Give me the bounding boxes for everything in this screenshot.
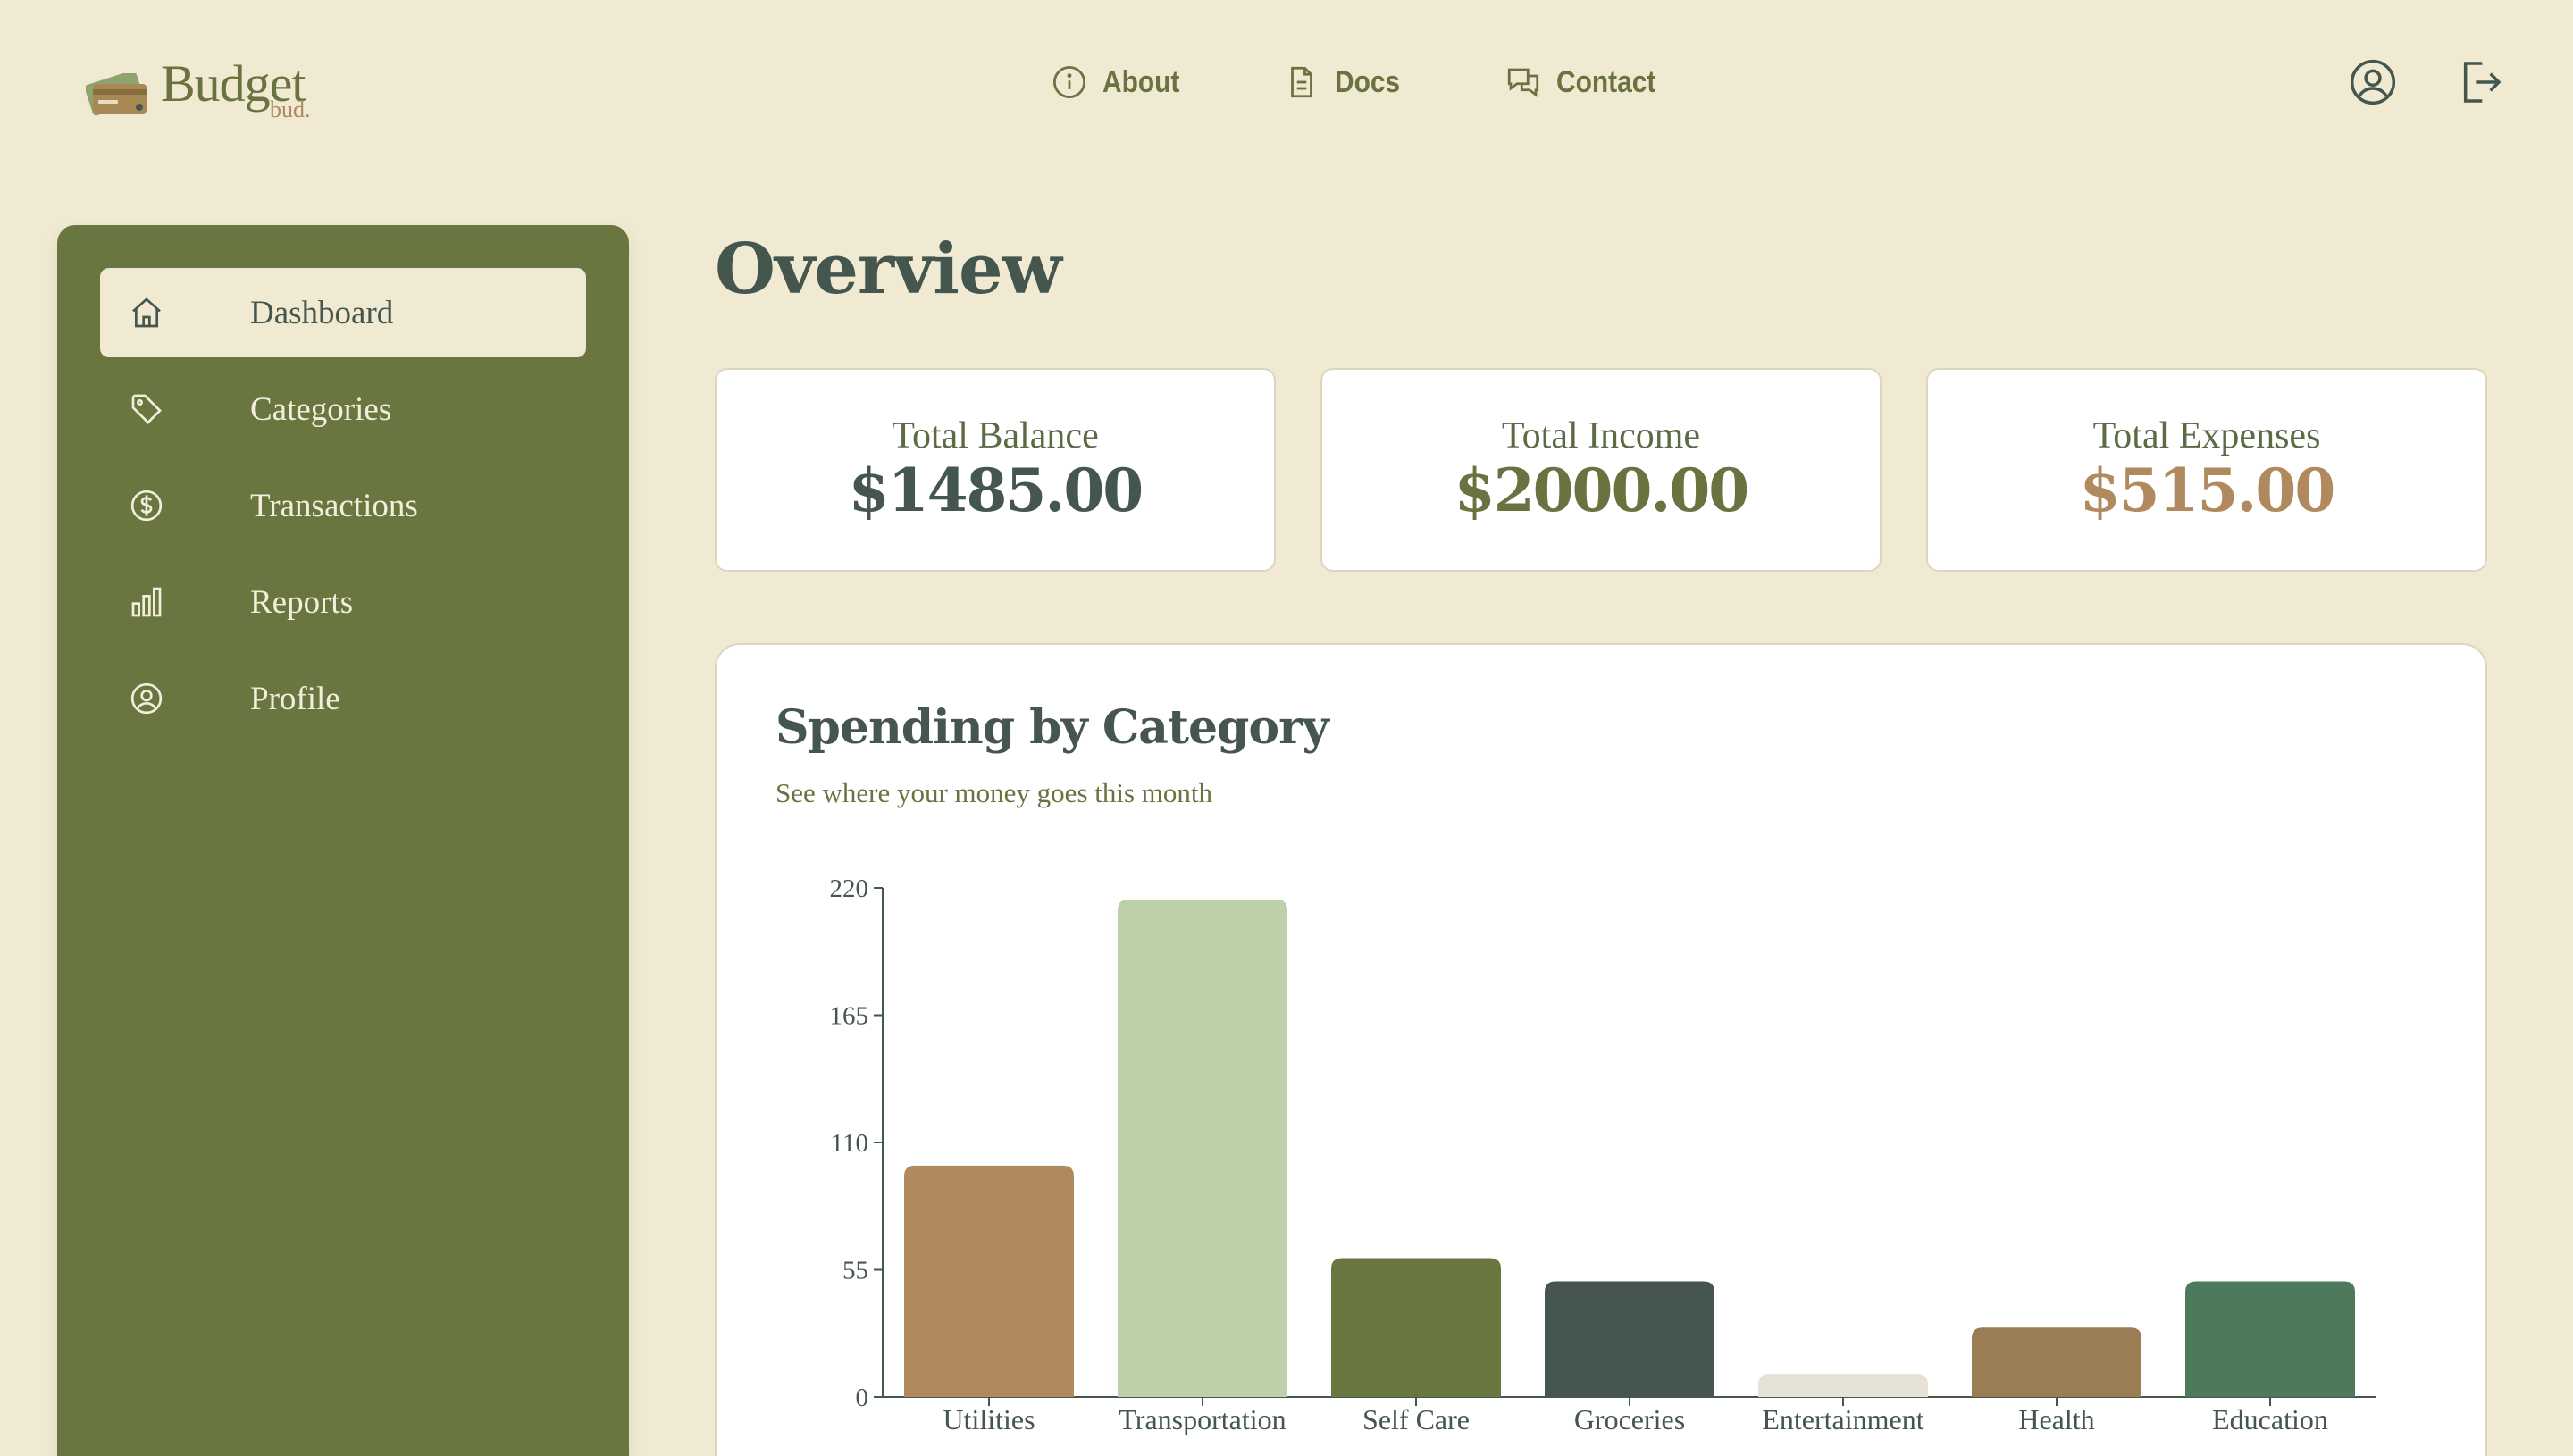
sidebar-item-transactions[interactable]: Transactions [100, 461, 586, 550]
nav-about-label: About [1102, 64, 1180, 99]
document-icon [1291, 66, 1312, 98]
bar-chart-icon [131, 587, 162, 617]
tag-icon [131, 394, 162, 424]
stat-value: $1485.00 [848, 456, 1144, 525]
sidebar-item-label: Reports [250, 583, 354, 621]
y-tick-label: 220 [830, 874, 869, 903]
y-tick-label: 55 [842, 1257, 868, 1285]
bar-self-care[interactable] [1331, 1258, 1501, 1397]
stat-label: Total Balance [892, 415, 1099, 456]
stat-card-total-balance: Total Balance $1485.00 [715, 368, 1276, 572]
sidebar-item-label: Categories [250, 390, 392, 428]
nav-docs-label: Docs [1335, 64, 1401, 99]
info-icon [1052, 65, 1086, 99]
bar-health[interactable] [1972, 1327, 2141, 1397]
spending-bar-chart: 0 55 110 165 220 Utilities Transportation Self … [830, 874, 2376, 1435]
spending-chart-card: Spending by Category See where your mone… [715, 643, 2487, 1456]
user-account-icon[interactable] [2348, 57, 2398, 107]
bar-entertainment[interactable] [1758, 1374, 1928, 1397]
home-icon [132, 297, 161, 328]
sidebar-item-label: Profile [250, 680, 340, 717]
logout-icon[interactable] [2455, 57, 2505, 107]
sidebar-item-label: Transactions [250, 487, 418, 524]
nav-contact[interactable]: Contact [1504, 59, 1670, 105]
x-tick-label: Health [2018, 1403, 2094, 1435]
sidebar-item-label: Dashboard [250, 294, 394, 331]
user-circle-icon [130, 682, 163, 715]
bar-transportation[interactable] [1118, 899, 1287, 1397]
stat-card-total-income: Total Income $2000.00 [1320, 368, 1882, 572]
chat-bubbles-icon [1507, 68, 1539, 97]
stat-value: $2000.00 [1454, 456, 1749, 525]
stat-label: Total Income [1501, 415, 1701, 456]
sidebar-item-reports[interactable]: Reports [100, 557, 586, 647]
budget-bud-logo[interactable]: Budget bud. [79, 54, 329, 134]
y-tick-label: 165 [830, 1002, 869, 1031]
nav-about[interactable]: About [1051, 59, 1190, 105]
sidebar-item-profile[interactable]: Profile [100, 654, 586, 743]
x-tick-label: Education [2212, 1403, 2328, 1435]
sidebar: Dashboard Categories Transactions Report… [57, 225, 629, 1456]
stat-card-total-expenses: Total Expenses $515.00 [1926, 368, 2487, 572]
sidebar-item-categories[interactable]: Categories [100, 364, 586, 454]
sidebar-item-dashboard[interactable]: Dashboard [100, 268, 586, 357]
nav-docs[interactable]: Docs [1283, 59, 1409, 105]
x-tick-label: Self Care [1362, 1403, 1470, 1435]
x-tick-label: Utilities [943, 1403, 1035, 1435]
logo-subtitle: bud. [270, 96, 311, 122]
bar-education[interactable] [2185, 1281, 2355, 1397]
dollar-circle-icon [130, 490, 163, 522]
stat-label: Total Expenses [2092, 415, 2321, 456]
top-header: Budget bud. About Docs Contact [0, 0, 2573, 170]
nav-contact-label: Contact [1556, 64, 1656, 99]
bar-groceries[interactable] [1545, 1281, 1714, 1397]
stat-value: $515.00 [2079, 456, 2336, 525]
page-title: Overview [715, 229, 1062, 310]
credit-card-icon [86, 73, 147, 116]
x-tick-label: Transportation [1119, 1403, 1286, 1435]
x-tick-label: Entertainment [1762, 1403, 1923, 1435]
y-tick-label: 110 [831, 1129, 868, 1158]
y-tick-label: 0 [856, 1384, 869, 1412]
bar-utilities[interactable] [904, 1165, 1074, 1397]
x-tick-label: Groceries [1574, 1403, 1685, 1435]
